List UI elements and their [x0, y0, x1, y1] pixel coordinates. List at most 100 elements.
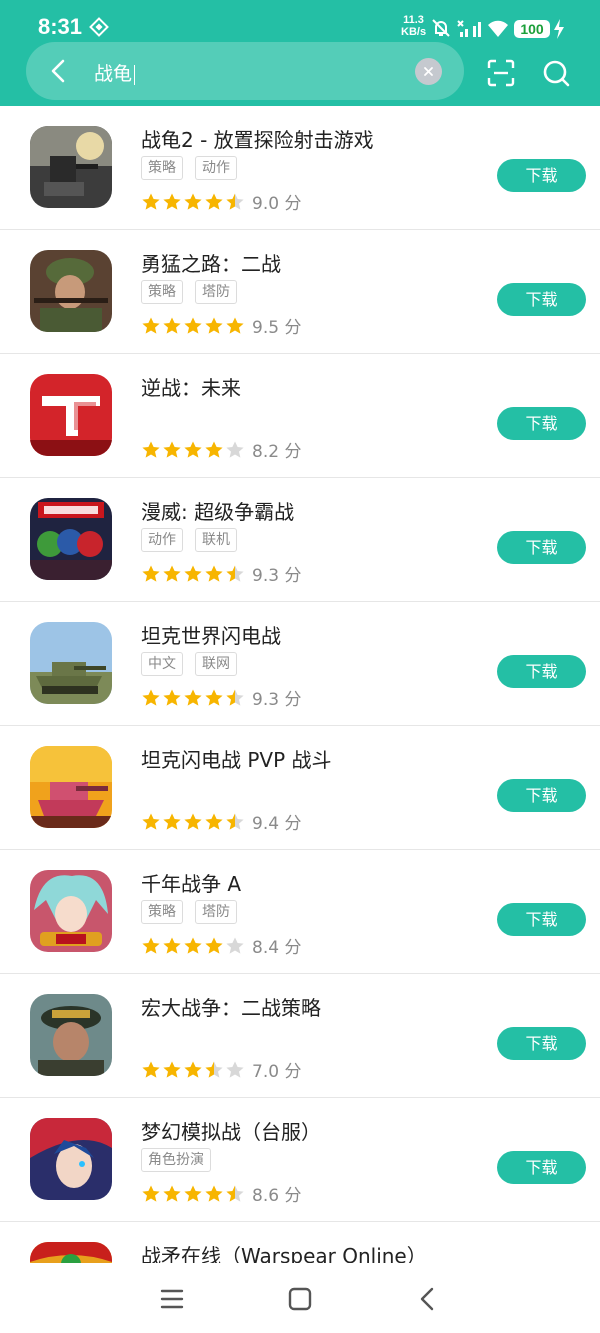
star-full-icon: [163, 1061, 181, 1078]
rating-score: 8.4 分: [252, 938, 302, 958]
star-full-icon: [184, 193, 202, 210]
download-button[interactable]: 下载: [497, 655, 586, 688]
star-full-icon: [142, 689, 160, 706]
app-rating: 9.0 分: [141, 189, 302, 214]
net-speed-unit: KB/s: [401, 26, 427, 38]
app-rating: 7.0 分: [141, 1057, 301, 1082]
app-name[interactable]: 战龟2 - 放置探险射击游戏: [141, 124, 374, 153]
search-query-text: 战龟: [94, 63, 133, 85]
download-button[interactable]: 下载: [497, 903, 586, 936]
net-speed-value: 11.3: [403, 14, 424, 26]
search-query[interactable]: 战龟: [94, 59, 136, 86]
app-rating: 8.6 分: [141, 1181, 301, 1206]
app-icon[interactable]: [30, 994, 112, 1076]
list-item[interactable]: 逆战：未来 8.2 分 下载: [0, 354, 600, 478]
rating-stars: [141, 440, 246, 460]
app-icon[interactable]: [30, 374, 112, 456]
charging-icon: [554, 19, 564, 39]
star-half-icon: [226, 193, 244, 210]
app-icon[interactable]: [30, 126, 112, 208]
app-name[interactable]: 坦克闪电战 PVP 战斗: [141, 744, 332, 773]
app-tag: 策略: [141, 156, 183, 180]
app-icon[interactable]: [30, 250, 112, 332]
search-input[interactable]: [26, 42, 464, 100]
list-item[interactable]: 漫威: 超级争霸战 动作 联机 9.3 分 下载: [0, 478, 600, 602]
app-name[interactable]: 战矛在线（Warspear Online）: [141, 1240, 427, 1263]
app-icon[interactable]: [30, 622, 112, 704]
app-tags: 中文 联网: [141, 652, 249, 676]
app-icon[interactable]: [30, 498, 112, 580]
status-time: 8:31: [38, 14, 83, 39]
download-button[interactable]: 下载: [497, 1027, 586, 1060]
rating-stars: [141, 192, 246, 212]
star-full-icon: [163, 689, 181, 706]
star-full-icon: [184, 937, 202, 954]
app-name[interactable]: 宏大战争：二战策略: [141, 992, 321, 1021]
rating-score: 9.5 分: [252, 318, 302, 338]
list-item[interactable]: 战矛在线（Warspear Online）: [0, 1222, 600, 1263]
star-full-icon: [205, 813, 223, 830]
download-button[interactable]: 下载: [497, 159, 586, 192]
app-tags: 策略 塔防: [141, 280, 249, 304]
signal-icon: [473, 22, 481, 37]
app-rating: 8.4 分: [141, 933, 302, 958]
menu-icon[interactable]: [158, 1285, 186, 1313]
back-icon[interactable]: [414, 1285, 442, 1313]
list-item[interactable]: 战龟2 - 放置探险射击游戏 策略 动作 9.0 分 下载: [0, 106, 600, 230]
system-nav-bar: [0, 1263, 600, 1333]
star-full-icon: [184, 813, 202, 830]
status-bar: 8:31 11.3 KB/s 100: [0, 0, 600, 40]
star-full-icon: [142, 1185, 160, 1202]
rating-stars: [141, 316, 246, 336]
app-name[interactable]: 千年战争 A: [141, 868, 241, 897]
app-name[interactable]: 梦幻模拟战（台服）: [141, 1116, 321, 1145]
scan-icon[interactable]: [486, 58, 516, 88]
search-icon[interactable]: [541, 58, 571, 88]
app-name[interactable]: 坦克世界闪电战: [141, 620, 281, 649]
rating-stars: [141, 688, 246, 708]
app-tag: 联机: [195, 528, 237, 552]
star-empty-icon: [226, 937, 244, 954]
net-speed: 11.3 KB/s: [401, 14, 426, 38]
download-button[interactable]: 下载: [497, 779, 586, 812]
app-tag: 联网: [195, 652, 237, 676]
star-full-icon: [163, 937, 181, 954]
list-item[interactable]: 梦幻模拟战（台服） 角色扮演 8.6 分 下载: [0, 1098, 600, 1222]
list-item[interactable]: 勇猛之路：二战 策略 塔防 9.5 分 下载: [0, 230, 600, 354]
app-icon[interactable]: [30, 1118, 112, 1200]
star-full-icon: [142, 937, 160, 954]
star-half-icon: [226, 1185, 244, 1202]
list-item[interactable]: 坦克世界闪电战 中文 联网 9.3 分 下载: [0, 602, 600, 726]
app-name[interactable]: 漫威: 超级争霸战: [141, 496, 294, 525]
star-full-icon: [184, 441, 202, 458]
star-full-icon: [205, 689, 223, 706]
star-full-icon: [142, 193, 160, 210]
download-button[interactable]: 下载: [497, 531, 586, 564]
download-button[interactable]: 下载: [497, 1151, 586, 1184]
app-icon[interactable]: [30, 746, 112, 828]
app-tag: 策略: [141, 900, 183, 924]
rating-stars: [141, 564, 246, 584]
download-button[interactable]: 下载: [497, 407, 586, 440]
search-results-list: 战龟2 - 放置探险射击游戏 策略 动作 9.0 分 下载 勇猛之路：二战 策略塔…: [0, 106, 600, 1263]
wifi-icon: [488, 20, 508, 37]
download-button[interactable]: 下载: [497, 283, 586, 316]
list-item[interactable]: 宏大战争：二战策略 7.0 分 下载: [0, 974, 600, 1098]
app-icon[interactable]: [30, 1242, 112, 1263]
app-tag: 角色扮演: [141, 1148, 211, 1172]
rating-score: 8.2 分: [252, 442, 302, 462]
app-name[interactable]: 勇猛之路：二战: [141, 248, 281, 277]
rating-score: 9.3 分: [252, 566, 302, 586]
star-full-icon: [205, 565, 223, 582]
list-item[interactable]: 坦克闪电战 PVP 战斗 9.4 分 下载: [0, 726, 600, 850]
app-icon[interactable]: [30, 870, 112, 952]
clear-icon[interactable]: [415, 58, 442, 85]
app-name[interactable]: 逆战：未来: [141, 372, 241, 401]
rating-score: 9.0 分: [252, 194, 302, 214]
home-icon[interactable]: [286, 1285, 314, 1313]
star-half-icon: [226, 565, 244, 582]
back-arrow-icon[interactable]: [44, 56, 74, 86]
app-tag: 塔防: [195, 280, 237, 304]
star-full-icon: [163, 565, 181, 582]
list-item[interactable]: 千年战争 A 策略 塔防 8.4 分 下载: [0, 850, 600, 974]
